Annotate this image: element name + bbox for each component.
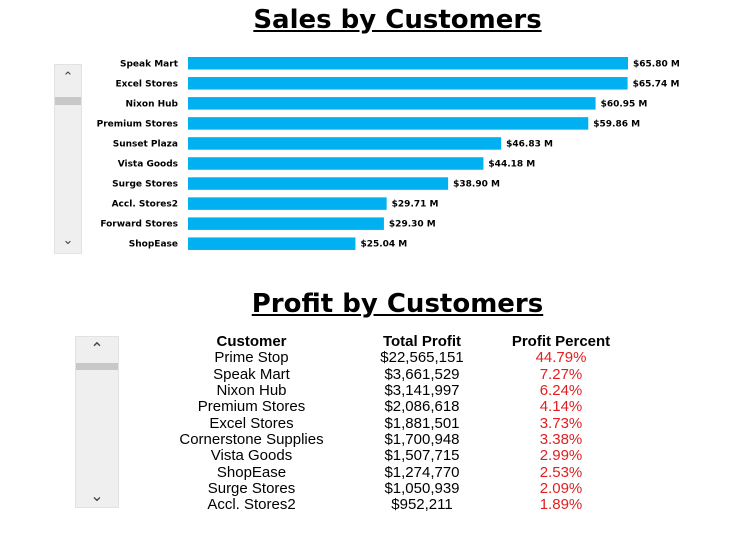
- cell-customer: Prime Stop: [214, 349, 289, 367]
- data-label: $38.90 M: [453, 180, 500, 190]
- category-label: Speak Mart: [120, 59, 179, 69]
- sales-bar[interactable]: [188, 237, 356, 250]
- table-row: Cornerstone Supplies $1,700,948 3.38%: [145, 430, 636, 448]
- cell-profit-percent: 3.38%: [539, 430, 583, 448]
- cell-profit-percent: 1.89%: [539, 496, 583, 514]
- table-row: Vista Goods $1,507,715 2.99%: [145, 448, 636, 464]
- sales-bar[interactable]: [188, 57, 628, 70]
- data-label: $46.83 M: [506, 139, 553, 149]
- table-row: Nixon Hub $3,141,997 6.24%: [145, 382, 636, 400]
- table-row: ShopEase $1,274,770 2.53%: [145, 464, 636, 480]
- cell-profit-percent: 3.73%: [539, 414, 583, 432]
- cell-total-profit: $22,565,151: [380, 349, 464, 367]
- table-row: Excel Stores $1,881,501 3.73%: [145, 415, 636, 431]
- category-label: Premium Stores: [97, 119, 178, 129]
- data-label: $65.74 M: [633, 79, 680, 89]
- profit-scrollbar[interactable]: ⌃ ⌄: [75, 336, 119, 508]
- profit-table: Customer Total Profit Profit Percent Pri…: [145, 333, 636, 514]
- category-label: Vista Goods: [118, 160, 178, 170]
- data-label: $29.30 M: [389, 220, 436, 230]
- table-row: Speak Mart $3,661,529 7.27%: [145, 365, 636, 383]
- cell-profit-percent: 6.24%: [539, 382, 583, 400]
- sales-bar[interactable]: [188, 217, 384, 230]
- cell-profit-percent: 7.27%: [539, 365, 583, 383]
- category-label: Surge Stores: [112, 180, 178, 190]
- cell-total-profit: $1,507,715: [384, 447, 460, 465]
- sales-bar[interactable]: [188, 117, 589, 130]
- sales-bar[interactable]: [188, 97, 596, 110]
- category-label: Nixon Hub: [125, 99, 178, 109]
- cell-total-profit: $3,141,997: [384, 382, 460, 400]
- cell-customer: ShopEase: [216, 463, 287, 481]
- header-customer: Customer: [216, 333, 287, 351]
- cell-customer: Surge Stores: [207, 479, 296, 497]
- data-label: $29.71 M: [392, 200, 439, 210]
- data-label: $65.80 M: [633, 59, 680, 69]
- header-total-profit: Total Profit: [382, 333, 462, 351]
- cell-total-profit: $1,050,939: [384, 479, 460, 497]
- cell-customer: Premium Stores: [197, 398, 306, 416]
- sales-bar[interactable]: [188, 137, 502, 150]
- chevron-down-icon[interactable]: ⌄: [76, 486, 118, 505]
- scrollbar-thumb[interactable]: [76, 363, 118, 370]
- cell-total-profit: $1,881,501: [384, 414, 460, 432]
- cell-customer: Speak Mart: [213, 365, 290, 383]
- table-row: Premium Stores $2,086,618 4.14%: [145, 399, 636, 415]
- category-label: Excel Stores: [116, 79, 178, 89]
- cell-customer: Excel Stores: [209, 414, 294, 432]
- cell-total-profit: $3,661,529: [384, 365, 460, 383]
- header-profit-percent: Profit Percent: [511, 333, 611, 351]
- category-label: Sunset Plaza: [113, 139, 178, 149]
- cell-customer: Accl. Stores2: [207, 496, 296, 514]
- sales-bar-chart: Speak Mart $65.80 M Excel Stores $65.74 M Ni…: [97, 57, 680, 250]
- sales-bar[interactable]: [188, 157, 484, 170]
- cell-profit-percent: 44.79%: [535, 349, 587, 367]
- sales-bar[interactable]: [188, 177, 449, 190]
- sales-bar[interactable]: [188, 197, 387, 210]
- data-label: $59.86 M: [593, 119, 640, 129]
- table-row: Prime Stop $22,565,151 44.79%: [145, 350, 636, 366]
- cell-total-profit: $1,274,770: [384, 463, 460, 481]
- data-label: $44.18 M: [488, 160, 535, 170]
- cell-total-profit: $1,700,948: [384, 430, 460, 448]
- data-label: $60.95 M: [601, 99, 648, 109]
- cell-customer: Vista Goods: [210, 447, 293, 465]
- chevron-up-icon[interactable]: ⌃: [76, 339, 118, 358]
- cell-total-profit: $952,211: [391, 496, 453, 514]
- cell-customer: Cornerstone Supplies: [179, 430, 324, 448]
- category-label: Accl. Stores2: [112, 200, 178, 210]
- table-row: Surge Stores $1,050,939 2.09%: [145, 479, 636, 497]
- sales-bar[interactable]: [188, 77, 628, 90]
- table-header-row: Customer Total Profit Profit Percent: [145, 333, 636, 351]
- profit-table-title: Profit by Customers: [251, 289, 544, 319]
- category-label: ShopEase: [129, 240, 178, 250]
- cell-profit-percent: 4.14%: [539, 398, 583, 416]
- table-row: Accl. Stores2 $952,211 1.89%: [145, 496, 636, 514]
- cell-profit-percent: 2.53%: [539, 463, 583, 481]
- cell-customer: Nixon Hub: [216, 382, 287, 400]
- cell-total-profit: $2,086,618: [384, 398, 460, 416]
- cell-profit-percent: 2.99%: [539, 447, 583, 465]
- category-label: Forward Stores: [100, 220, 178, 230]
- data-label: $25.04 M: [360, 240, 407, 250]
- cell-profit-percent: 2.09%: [539, 479, 583, 497]
